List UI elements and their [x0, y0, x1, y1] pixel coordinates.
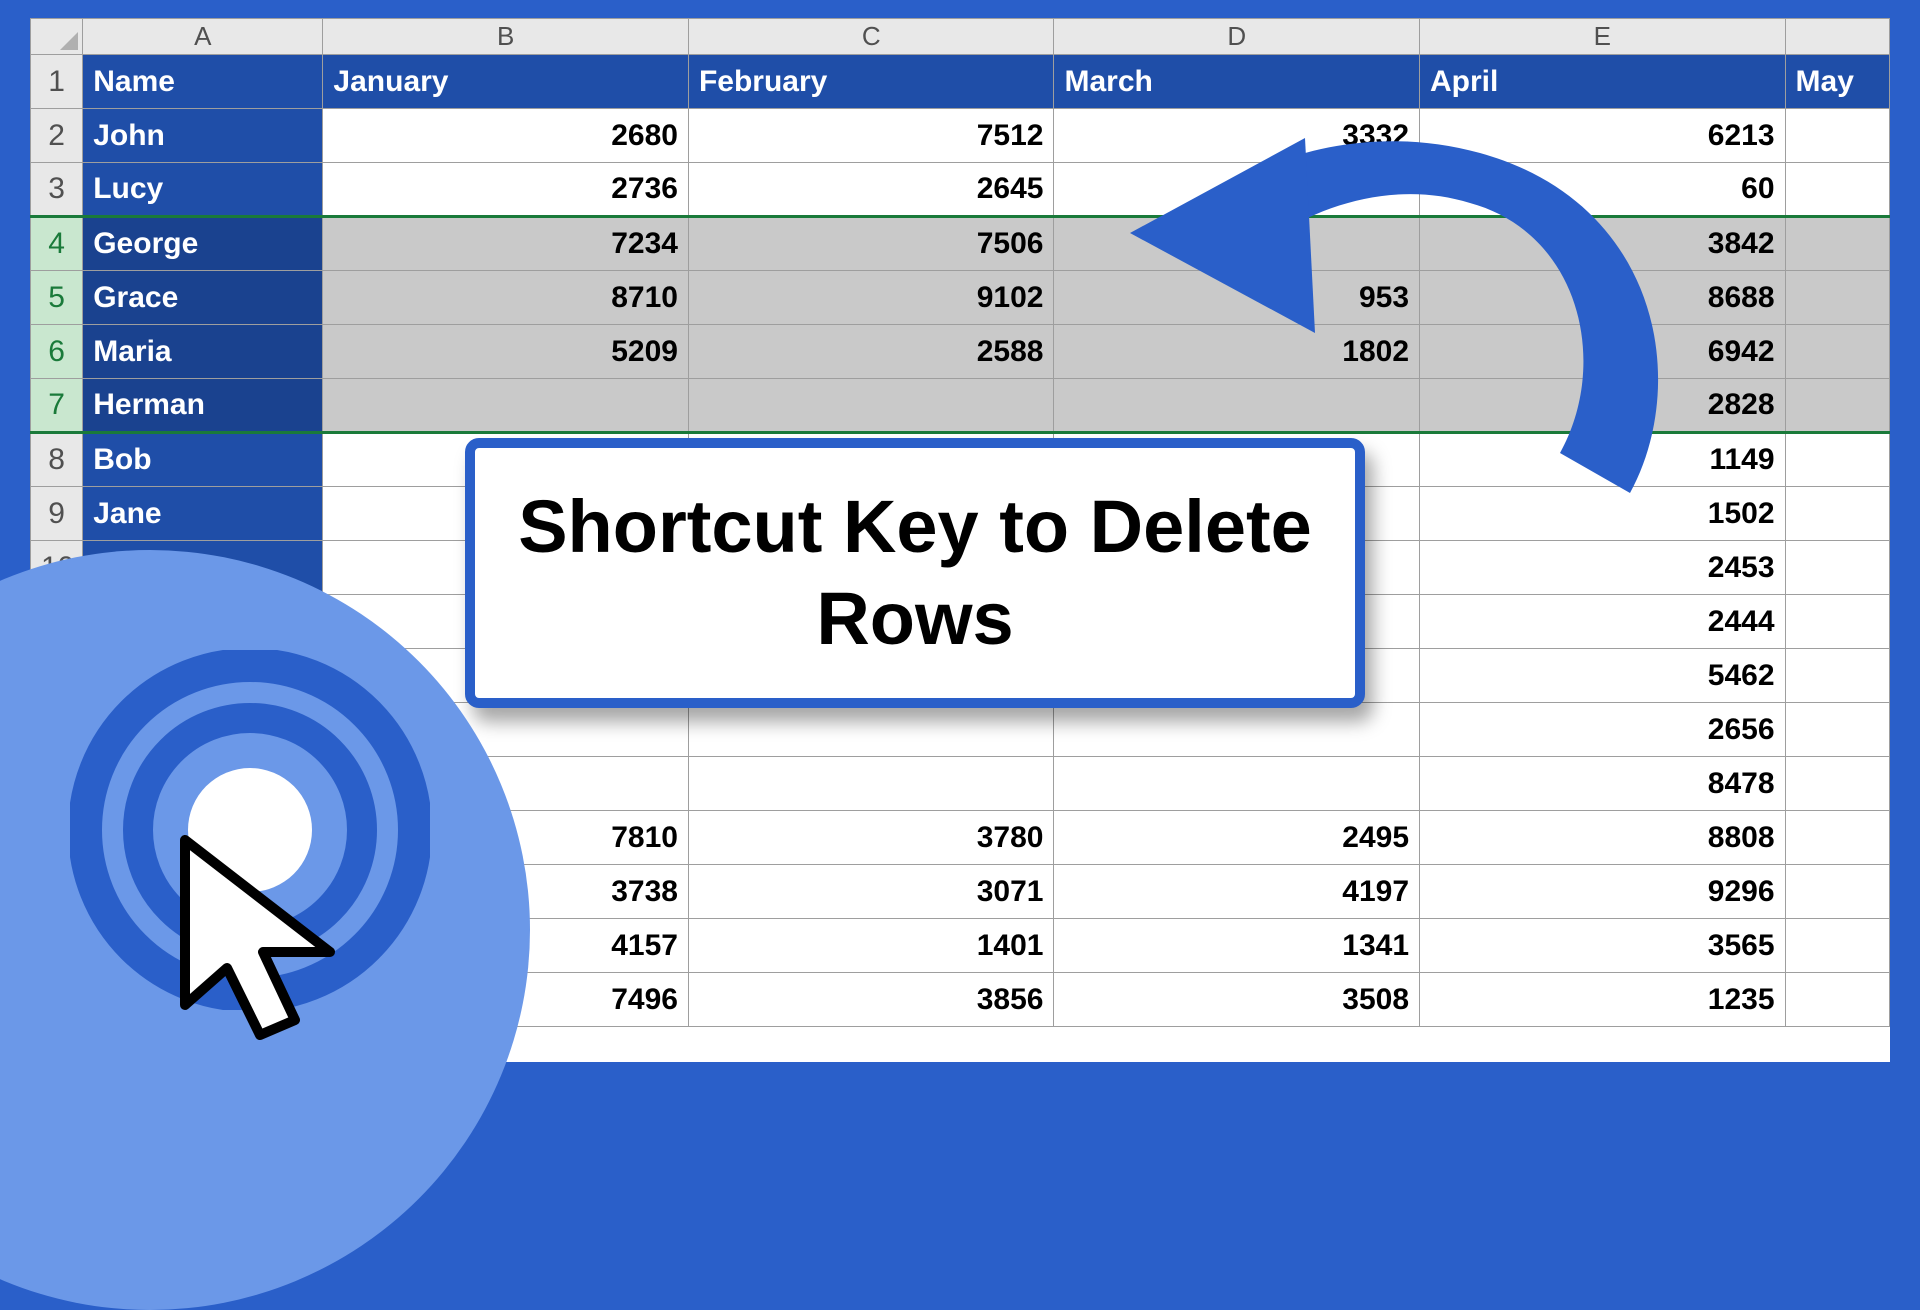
data-cell[interactable]: 3856 — [688, 973, 1054, 1027]
data-cell[interactable]: 3071 — [688, 865, 1054, 919]
data-cell[interactable] — [1785, 865, 1889, 919]
name-cell[interactable]: Bob — [83, 433, 323, 487]
data-cell[interactable]: 1802 — [1054, 325, 1420, 379]
data-cell[interactable] — [1054, 379, 1420, 433]
data-cell[interactable]: 2588 — [688, 325, 1054, 379]
data-cell[interactable] — [688, 703, 1054, 757]
data-cell[interactable]: 4197 — [1054, 865, 1420, 919]
data-cell[interactable] — [688, 757, 1054, 811]
data-cell[interactable] — [1785, 271, 1889, 325]
data-cell[interactable]: 1149 — [1420, 433, 1786, 487]
header-cell[interactable]: February — [688, 55, 1054, 109]
data-cell[interactable]: 2495 — [1054, 811, 1420, 865]
header-cell[interactable]: Name — [83, 55, 323, 109]
header-cell[interactable]: March — [1054, 55, 1420, 109]
data-cell[interactable] — [1785, 433, 1889, 487]
data-cell[interactable]: 8710 — [323, 271, 689, 325]
data-cell[interactable]: 3842 — [1420, 217, 1786, 271]
data-cell[interactable] — [1785, 757, 1889, 811]
data-cell[interactable]: 7512 — [688, 109, 1054, 163]
data-cell[interactable] — [1054, 217, 1420, 271]
data-cell[interactable]: 2828 — [1420, 379, 1786, 433]
name-cell[interactable]: Herman — [83, 379, 323, 433]
data-cell[interactable] — [688, 379, 1054, 433]
header-cell[interactable]: April — [1420, 55, 1786, 109]
data-cell[interactable] — [1785, 919, 1889, 973]
data-cell[interactable]: 2453 — [1420, 541, 1786, 595]
select-all-corner[interactable] — [31, 19, 83, 55]
data-cell[interactable]: 3508 — [1054, 973, 1420, 1027]
data-cell[interactable] — [1785, 487, 1889, 541]
data-cell[interactable] — [1785, 649, 1889, 703]
data-cell[interactable] — [1785, 811, 1889, 865]
data-cell[interactable]: 3780 — [688, 811, 1054, 865]
data-cell[interactable]: 1235 — [1420, 973, 1786, 1027]
data-cell[interactable]: 7506 — [688, 217, 1054, 271]
column-header-B[interactable]: B — [323, 19, 689, 55]
data-cell[interactable] — [1785, 109, 1889, 163]
data-cell[interactable]: 60 — [1420, 163, 1786, 217]
data-cell[interactable]: 3332 — [1054, 109, 1420, 163]
header-cell[interactable]: May — [1785, 55, 1889, 109]
name-cell[interactable]: Lucy — [83, 163, 323, 217]
data-cell[interactable]: 1341 — [1054, 919, 1420, 973]
data-cell[interactable]: 8808 — [1420, 811, 1786, 865]
data-cell[interactable] — [1785, 595, 1889, 649]
data-cell[interactable] — [1785, 325, 1889, 379]
data-cell[interactable]: 5209 — [323, 325, 689, 379]
data-cell[interactable]: 6942 — [1420, 325, 1786, 379]
data-cell[interactable]: 9296 — [1420, 865, 1786, 919]
data-cell[interactable]: 5462 — [1420, 649, 1786, 703]
data-cell[interactable]: 9102 — [688, 271, 1054, 325]
row-header[interactable]: 8 — [31, 433, 83, 487]
data-cell[interactable] — [1785, 217, 1889, 271]
name-cell[interactable]: Jane — [83, 487, 323, 541]
row-header[interactable]: 2 — [31, 109, 83, 163]
column-header-C[interactable]: C — [688, 19, 1054, 55]
data-cell[interactable]: 2645 — [688, 163, 1054, 217]
data-cell[interactable] — [1785, 163, 1889, 217]
data-cell[interactable]: 6213 — [1420, 109, 1786, 163]
callout-text: Shortcut Key to Delete Rows — [505, 481, 1325, 666]
name-cell[interactable]: Grace — [83, 271, 323, 325]
name-cell[interactable]: John — [83, 109, 323, 163]
data-cell[interactable] — [1054, 757, 1420, 811]
data-cell[interactable] — [1054, 163, 1420, 217]
data-cell[interactable] — [1785, 379, 1889, 433]
data-cell[interactable]: 1401 — [688, 919, 1054, 973]
data-cell[interactable] — [1785, 973, 1889, 1027]
column-header-D[interactable]: D — [1054, 19, 1420, 55]
data-cell[interactable]: 2680 — [323, 109, 689, 163]
row-header-1[interactable]: 1 — [31, 55, 83, 109]
data-cell[interactable]: 2656 — [1420, 703, 1786, 757]
data-cell[interactable]: 953 — [1054, 271, 1420, 325]
column-header-A[interactable]: A — [83, 19, 323, 55]
column-header-E[interactable]: E — [1420, 19, 1786, 55]
data-cell[interactable] — [1785, 541, 1889, 595]
callout-title-box: Shortcut Key to Delete Rows — [465, 438, 1365, 708]
data-cell[interactable]: 8478 — [1420, 757, 1786, 811]
data-cell[interactable]: 2736 — [323, 163, 689, 217]
data-cell[interactable]: 1502 — [1420, 487, 1786, 541]
row-header[interactable]: 4 — [31, 217, 83, 271]
data-cell[interactable]: 3565 — [1420, 919, 1786, 973]
data-cell[interactable]: 2444 — [1420, 595, 1786, 649]
data-cell[interactable]: 7234 — [323, 217, 689, 271]
row-header[interactable]: 5 — [31, 271, 83, 325]
header-cell[interactable]: January — [323, 55, 689, 109]
row-header[interactable]: 6 — [31, 325, 83, 379]
data-cell[interactable] — [1054, 703, 1420, 757]
name-cell[interactable]: George — [83, 217, 323, 271]
data-cell[interactable] — [1785, 703, 1889, 757]
row-header[interactable]: 3 — [31, 163, 83, 217]
data-cell[interactable] — [323, 379, 689, 433]
data-cell[interactable]: 8688 — [1420, 271, 1786, 325]
column-header-blank[interactable] — [1785, 19, 1889, 55]
name-cell[interactable]: Maria — [83, 325, 323, 379]
row-header[interactable]: 9 — [31, 487, 83, 541]
cursor-arrow-icon — [155, 830, 375, 1050]
row-header[interactable]: 7 — [31, 379, 83, 433]
